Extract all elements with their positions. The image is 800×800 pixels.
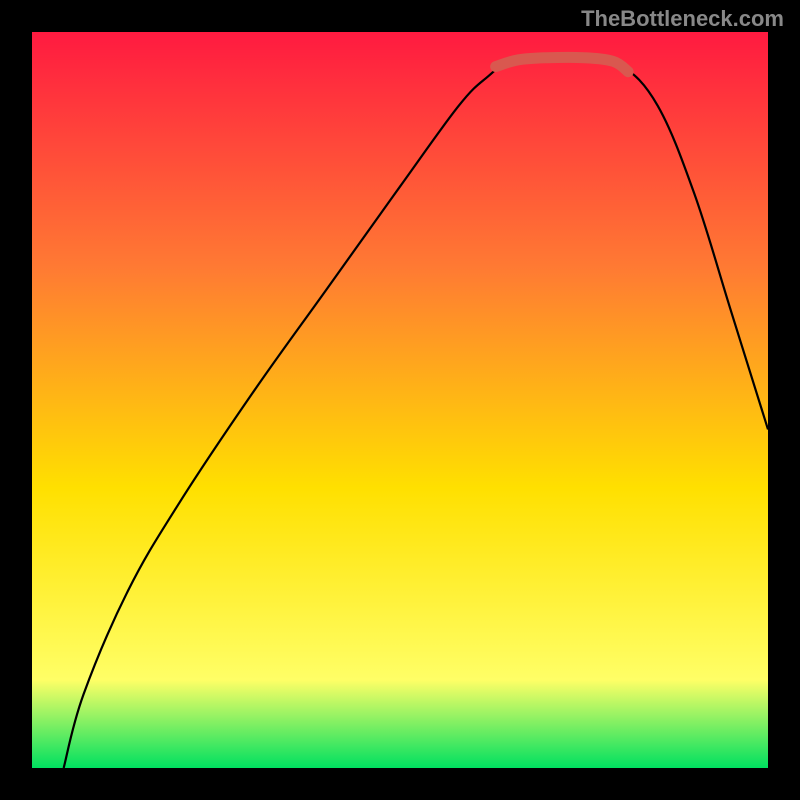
bottleneck-chart xyxy=(0,0,800,800)
watermark-label: TheBottleneck.com xyxy=(581,6,784,32)
plot-background xyxy=(32,32,768,768)
chart-container: TheBottleneck.com xyxy=(0,0,800,800)
